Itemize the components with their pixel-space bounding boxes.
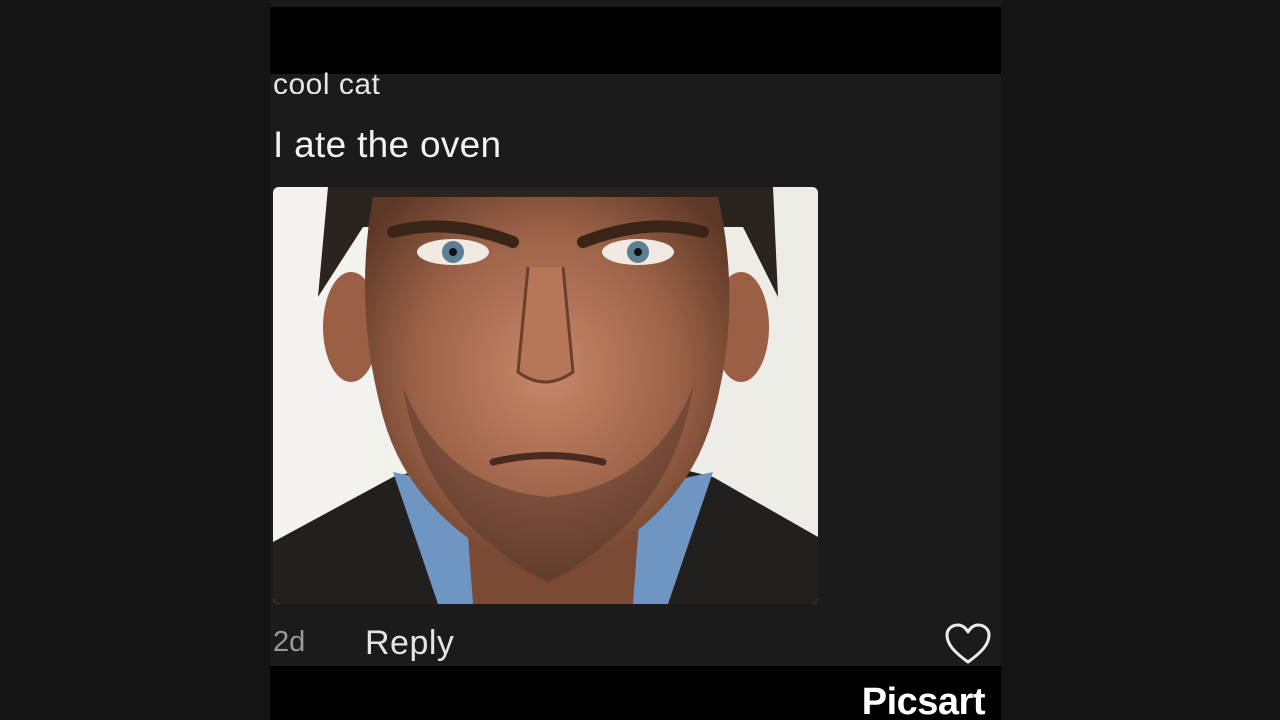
picsart-watermark: Picsart xyxy=(861,681,986,720)
video-frame: cool cat I ate the oven 2d Reply Picsart xyxy=(270,0,1001,720)
comment-username[interactable]: cool cat xyxy=(273,68,380,94)
left-background xyxy=(0,0,270,720)
comment-text: I ate the oven xyxy=(273,124,502,165)
comment-image[interactable] xyxy=(273,187,818,604)
heart-outline-icon[interactable] xyxy=(944,622,992,666)
comment-timestamp: 2d xyxy=(273,626,306,658)
right-background xyxy=(1001,0,1280,720)
bottom-letterbox-bar: Picsart xyxy=(270,666,1001,720)
top-letterbox-bar xyxy=(270,7,1001,74)
comment-card: cool cat I ate the oven 2d Reply xyxy=(270,68,1001,666)
portrait-illustration xyxy=(273,187,818,604)
reply-button[interactable]: Reply xyxy=(365,624,454,663)
comment-meta-row: 2d Reply xyxy=(270,622,1001,666)
